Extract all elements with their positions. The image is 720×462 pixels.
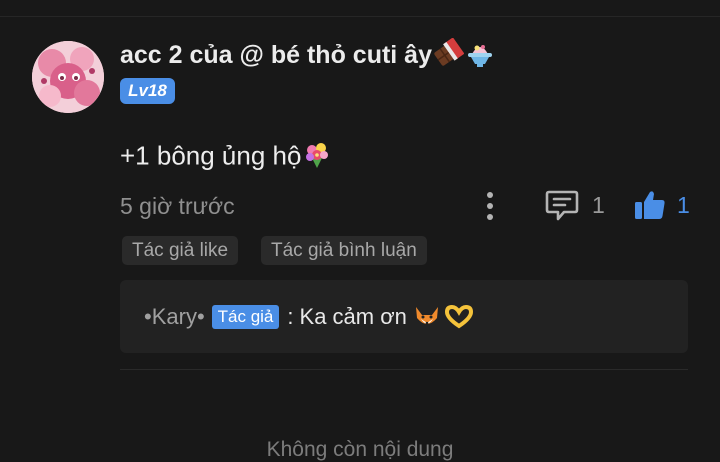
author-reply-box[interactable]: •Kary• Tác giả : Ka cảm ơn	[120, 280, 688, 353]
thumbs-up-icon	[635, 191, 665, 219]
top-divider	[0, 16, 720, 17]
comment-content: +1 bông ủng hộ	[120, 138, 333, 177]
reply-button[interactable]: 1	[544, 188, 605, 222]
comment-text: +1 bông ủng hộ	[120, 140, 302, 171]
like-count: 1	[677, 191, 690, 218]
fox-icon	[415, 307, 438, 325]
reply-line: •Kary• Tác giả : Ka cảm ơn	[144, 304, 474, 330]
bouquet-icon	[301, 138, 333, 177]
comment-icon	[545, 190, 579, 221]
author-liked-tag: Tác giả like	[122, 236, 239, 265]
author-tag-badge: Tác giả	[211, 305, 280, 329]
level-badge: Lv18	[120, 78, 175, 104]
reply-emojis	[413, 304, 474, 330]
author-replied-tag: Tác giả bình luận	[261, 236, 427, 265]
reply-separator: :	[287, 304, 294, 329]
avatar[interactable]	[32, 41, 104, 113]
shaved-ice-icon	[464, 38, 496, 75]
avatar-image	[32, 41, 104, 113]
username[interactable]: acc 2 của @ bé thỏ cuti ây	[120, 37, 496, 75]
chocolate-bar-icon	[432, 37, 464, 75]
reply-count: 1	[592, 191, 605, 218]
timestamp: 5 giờ trước	[120, 193, 235, 219]
username-text: acc 2 của @ bé thỏ cuti ây	[120, 41, 432, 70]
heart-hands-icon	[444, 304, 473, 329]
end-of-content-text: Không còn nội dung	[266, 438, 454, 461]
reply-author[interactable]: •Kary•	[144, 304, 205, 330]
more-vertical-icon	[487, 192, 493, 220]
reply-text: Ka cảm ơn	[299, 304, 407, 329]
bottom-divider	[120, 369, 688, 370]
more-options-button[interactable]	[478, 190, 502, 222]
like-button[interactable]: 1	[633, 188, 690, 222]
